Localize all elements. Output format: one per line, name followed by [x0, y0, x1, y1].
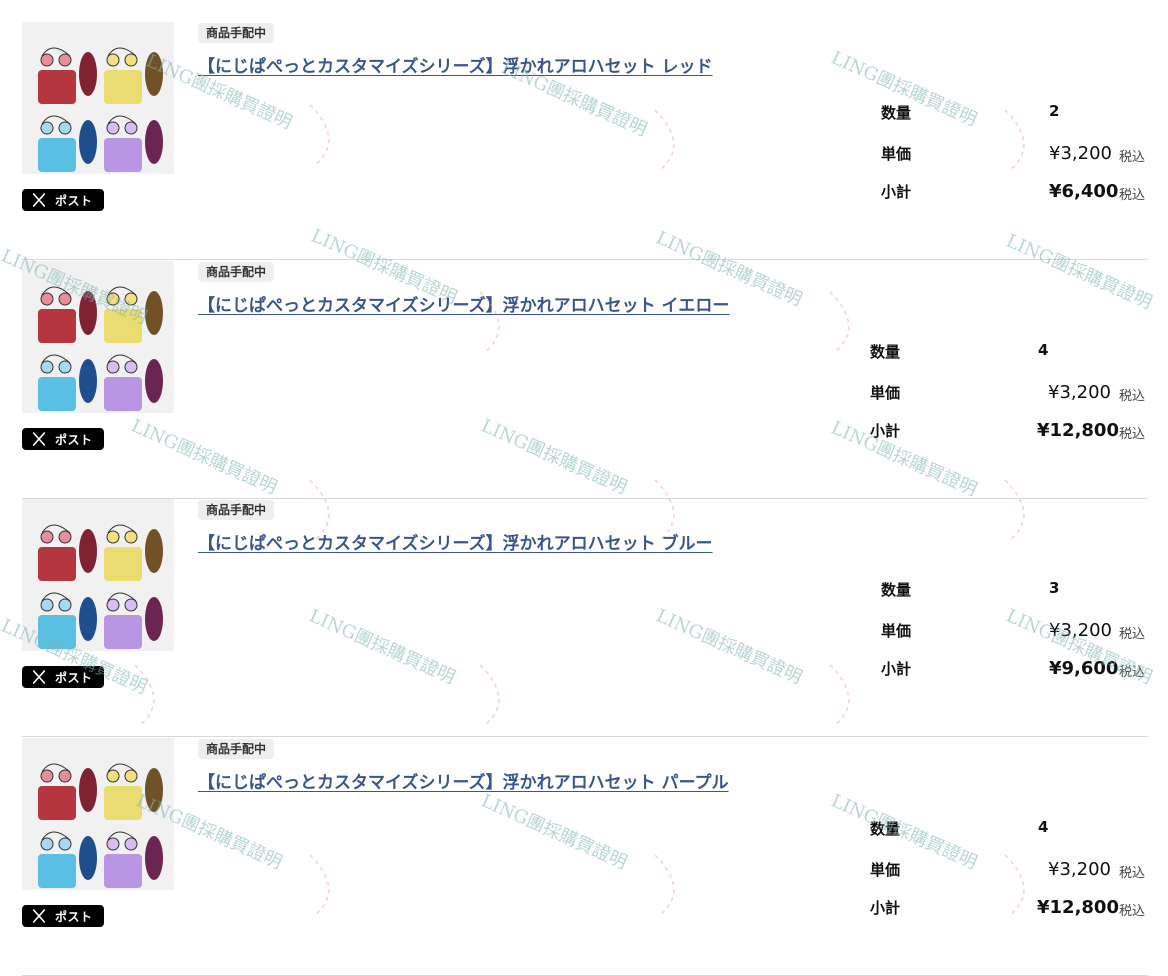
quantity-label: 数量 — [870, 820, 901, 838]
product-thumbnail[interactable] — [22, 261, 174, 413]
quantity-label: 数量 — [881, 104, 912, 122]
status-badge: 商品手配中 — [198, 23, 275, 43]
order-item-red: ポスト 商品手配中 【にじぱぺっとカスタマイズシリーズ】浮かれアロハセット レッ… — [22, 22, 1148, 260]
x-post-button[interactable]: ポスト — [22, 905, 104, 927]
product-thumbnail[interactable] — [22, 22, 174, 174]
x-logo-icon — [32, 193, 46, 207]
subtotal-label: 小計 — [870, 899, 901, 917]
status-badge: 商品手配中 — [198, 739, 275, 759]
post-button-label: ポスト — [55, 670, 93, 685]
quantity-value: 3 — [1049, 579, 1060, 597]
product-title-link[interactable]: 【にじぱぺっとカスタマイズシリーズ】浮かれアロハセット パープル — [198, 768, 729, 793]
unit-price-value: ¥3,200 — [1049, 143, 1112, 164]
tax-label: 税込 — [1119, 150, 1146, 165]
x-post-button[interactable]: ポスト — [22, 428, 104, 450]
order-item-purple: ポスト 商品手配中 【にじぱぺっとカスタマイズシリーズ】浮かれアロハセット パー… — [22, 738, 1148, 976]
tax-label: 税込 — [1119, 665, 1146, 680]
order-list: ポスト 商品手配中 【にじぱぺっとカスタマイズシリーズ】浮かれアロハセット レッ… — [0, 0, 1168, 976]
order-item-blue: ポスト 商品手配中 【にじぱぺっとカスタマイズシリーズ】浮かれアロハセット ブル… — [22, 499, 1148, 737]
order-item-yellow: ポスト 商品手配中 【にじぱぺっとカスタマイズシリーズ】浮かれアロハセット イエ… — [22, 261, 1148, 499]
tax-label: 税込 — [1119, 866, 1146, 881]
product-thumbnail[interactable] — [22, 499, 174, 651]
unit-price-label: 単価 — [870, 384, 901, 402]
status-badge: 商品手配中 — [198, 262, 275, 282]
price-summary: 数量 2 単価 ¥3,200 税込 小計 ¥6,400 税込 — [881, 22, 1168, 222]
post-button-label: ポスト — [55, 909, 93, 924]
tax-label: 税込 — [1119, 188, 1146, 203]
x-logo-icon — [32, 909, 46, 923]
subtotal-value: ¥12,800 — [1037, 897, 1119, 918]
unit-price-value: ¥3,200 — [1049, 620, 1112, 641]
tax-label: 税込 — [1119, 627, 1146, 642]
quantity-value: 4 — [1038, 818, 1049, 836]
post-button-label: ポスト — [55, 193, 93, 208]
unit-price-value: ¥3,200 — [1048, 382, 1111, 403]
unit-price-label: 単価 — [881, 145, 912, 163]
subtotal-label: 小計 — [870, 422, 901, 440]
product-thumbnail[interactable] — [22, 738, 174, 890]
price-summary: 数量 4 単価 ¥3,200 税込 小計 ¥12,800 税込 — [870, 738, 1168, 938]
product-title-link[interactable]: 【にじぱぺっとカスタマイズシリーズ】浮かれアロハセット イエロー — [198, 291, 729, 316]
product-title-link[interactable]: 【にじぱぺっとカスタマイズシリーズ】浮かれアロハセット ブルー — [198, 529, 713, 554]
status-badge: 商品手配中 — [198, 500, 275, 520]
quantity-label: 数量 — [870, 343, 901, 361]
subtotal-value: ¥6,400 — [1049, 181, 1119, 202]
quantity-value: 2 — [1049, 102, 1060, 120]
unit-price-label: 単価 — [870, 861, 901, 879]
subtotal-label: 小計 — [881, 660, 912, 678]
x-post-button[interactable]: ポスト — [22, 189, 104, 211]
x-post-button[interactable]: ポスト — [22, 666, 104, 688]
x-logo-icon — [32, 432, 46, 446]
quantity-value: 4 — [1038, 341, 1049, 359]
price-summary: 数量 4 単価 ¥3,200 税込 小計 ¥12,800 税込 — [870, 261, 1168, 461]
subtotal-label: 小計 — [881, 183, 912, 201]
unit-price-value: ¥3,200 — [1048, 859, 1111, 880]
subtotal-value: ¥9,600 — [1049, 658, 1119, 679]
subtotal-value: ¥12,800 — [1037, 420, 1119, 441]
price-summary: 数量 3 単価 ¥3,200 税込 小計 ¥9,600 税込 — [881, 499, 1168, 699]
quantity-label: 数量 — [881, 581, 912, 599]
x-logo-icon — [32, 670, 46, 684]
tax-label: 税込 — [1119, 389, 1146, 404]
tax-label: 税込 — [1119, 904, 1146, 919]
product-title-link[interactable]: 【にじぱぺっとカスタマイズシリーズ】浮かれアロハセット レッド — [198, 52, 713, 77]
tax-label: 税込 — [1119, 427, 1146, 442]
post-button-label: ポスト — [55, 432, 93, 447]
unit-price-label: 単価 — [881, 622, 912, 640]
